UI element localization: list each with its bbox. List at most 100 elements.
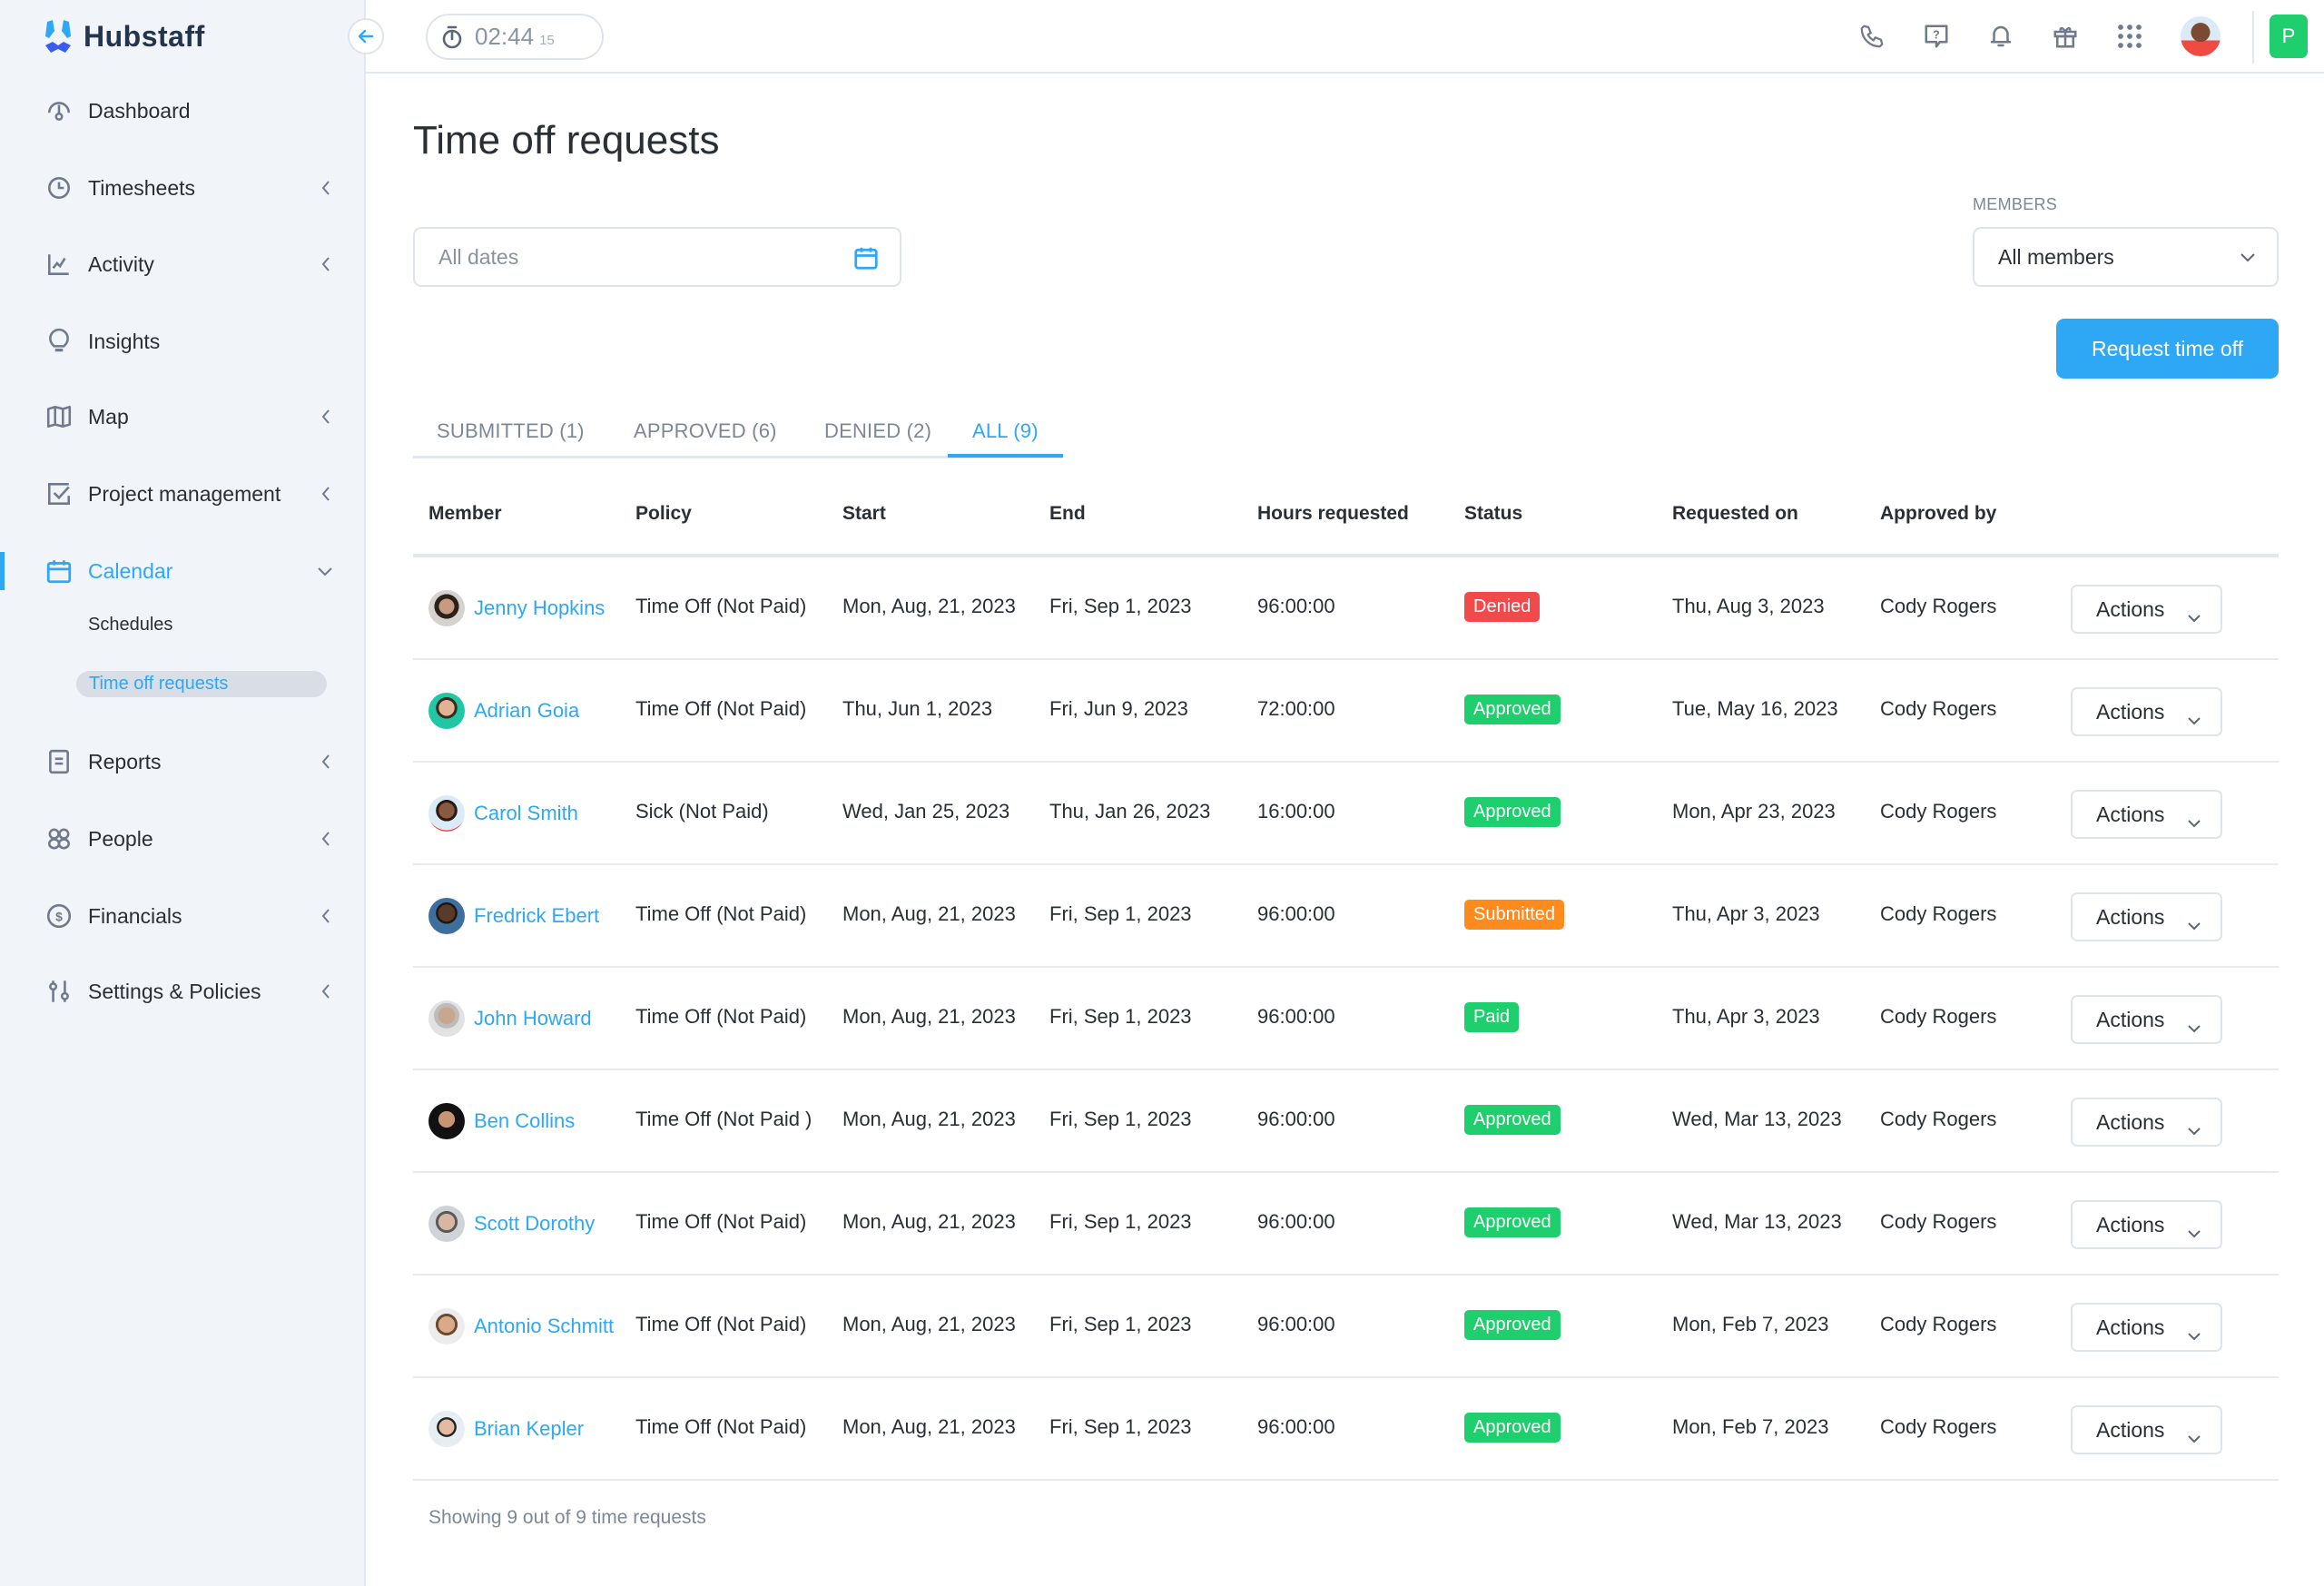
- member-name-link[interactable]: Antonio Schmitt: [474, 1315, 614, 1338]
- calendar-icon[interactable]: [852, 244, 880, 271]
- chevron-left-icon: [320, 255, 332, 273]
- member-name-link[interactable]: John Howard: [474, 1007, 592, 1030]
- start-cell: Mon, Aug, 21, 2023: [842, 1108, 1016, 1130]
- chevron-left-icon: [320, 485, 332, 503]
- hours-cell: 96:00:00: [1257, 1210, 1335, 1233]
- actions-dropdown-button[interactable]: Actions: [2071, 892, 2222, 941]
- sidebar-subitem-time-off-requests[interactable]: Time off requests: [76, 671, 327, 697]
- tab-approved[interactable]: APPROVED (6): [634, 419, 777, 443]
- status-badge: Approved: [1464, 1413, 1561, 1443]
- status-badge: Approved: [1464, 1105, 1561, 1135]
- date-filter-input[interactable]: All dates: [413, 227, 901, 287]
- actions-dropdown-button[interactable]: Actions: [2071, 1303, 2222, 1352]
- end-cell: Thu, Jan 26, 2023: [1049, 800, 1211, 823]
- approved-by-cell: Cody Rogers: [1880, 697, 1997, 720]
- user-avatar[interactable]: [2181, 16, 2221, 56]
- help-button[interactable]: ?: [1920, 20, 1953, 53]
- active-indicator: [0, 552, 5, 590]
- policy-cell: Time Off (Not Paid): [635, 902, 807, 925]
- sidebar-item-settings-policies[interactable]: Settings & Policies: [0, 964, 366, 1019]
- actions-dropdown-button[interactable]: Actions: [2071, 995, 2222, 1044]
- sidebar-subitem-schedules[interactable]: Schedules: [88, 615, 172, 635]
- member-name-link[interactable]: Jenny Hopkins: [474, 596, 605, 620]
- hours-cell: 96:00:00: [1257, 902, 1335, 925]
- sidebar-item-label: People: [88, 826, 153, 851]
- lightbulb-icon: [45, 328, 73, 355]
- column-header-policy[interactable]: Policy: [635, 503, 692, 525]
- approved-by-cell: Cody Rogers: [1880, 1415, 1997, 1438]
- column-header-hours[interactable]: Hours requested: [1257, 503, 1409, 525]
- sidebar-item-activity[interactable]: Activity: [0, 237, 366, 291]
- member-name-link[interactable]: Ben Collins: [474, 1109, 575, 1133]
- sidebar-item-reports[interactable]: Reports: [0, 734, 366, 789]
- actions-dropdown-button[interactable]: Actions: [2071, 1098, 2222, 1147]
- hours-cell: 96:00:00: [1257, 1005, 1335, 1028]
- policy-cell: Time Off (Not Paid): [635, 595, 807, 617]
- tab-submitted[interactable]: SUBMITTED (1): [437, 419, 585, 443]
- phone-button[interactable]: [1856, 20, 1888, 53]
- sidebar-item-calendar[interactable]: Calendar: [0, 544, 366, 598]
- actions-dropdown-button[interactable]: Actions: [2071, 687, 2222, 736]
- topbar-divider: [2252, 11, 2254, 64]
- actions-label: Actions: [2096, 699, 2165, 724]
- sidebar-item-dashboard[interactable]: Dashboard: [0, 84, 366, 138]
- member-name-link[interactable]: Brian Kepler: [474, 1417, 584, 1441]
- member-name-link[interactable]: Scott Dorothy: [474, 1212, 595, 1236]
- tab-denied[interactable]: DENIED (2): [824, 419, 931, 443]
- actions-dropdown-button[interactable]: Actions: [2071, 1405, 2222, 1454]
- member-cell: John Howard: [428, 1000, 592, 1037]
- policy-cell: Time Off (Not Paid): [635, 1415, 807, 1438]
- actions-dropdown-button[interactable]: Actions: [2071, 1200, 2222, 1249]
- requested-on-cell: Mon, Feb 7, 2023: [1672, 1415, 1829, 1438]
- members-select[interactable]: All members: [1973, 227, 2279, 287]
- column-header-end[interactable]: End: [1049, 503, 1086, 525]
- column-header-start[interactable]: Start: [842, 503, 886, 525]
- top-bar: 02:44 15 ? P: [366, 0, 2324, 74]
- request-time-off-button[interactable]: Request time off: [2056, 319, 2279, 379]
- status-badge: Submitted: [1464, 900, 1565, 930]
- approved-by-cell: Cody Rogers: [1880, 800, 1997, 823]
- chevron-left-icon: [320, 982, 332, 1000]
- approved-by-cell: Cody Rogers: [1880, 1313, 1997, 1335]
- status-badge: Approved: [1464, 1310, 1561, 1340]
- chevron-left-icon: [320, 830, 332, 848]
- sidebar-item-people[interactable]: People: [0, 812, 366, 866]
- sidebar-item-project-management[interactable]: Project management: [0, 467, 366, 521]
- sidebar-item-label: Calendar: [88, 558, 173, 583]
- start-cell: Mon, Aug, 21, 2023: [842, 902, 1016, 925]
- status-badge: Paid: [1464, 1002, 1520, 1032]
- column-header-requested-on[interactable]: Requested on: [1672, 503, 1798, 525]
- active-tab-indicator: [948, 454, 1063, 458]
- column-header-status[interactable]: Status: [1464, 503, 1522, 525]
- approved-by-cell: Cody Rogers: [1880, 1005, 1997, 1028]
- sidebar-item-financials[interactable]: $ Financials: [0, 889, 366, 943]
- sidebar-item-timesheets[interactable]: Timesheets: [0, 161, 366, 215]
- timer-widget[interactable]: 02:44 15: [426, 14, 604, 60]
- actions-dropdown-button[interactable]: Actions: [2071, 585, 2222, 634]
- member-cell: Fredrick Ebert: [428, 898, 599, 934]
- member-name-link[interactable]: Carol Smith: [474, 802, 578, 825]
- actions-label: Actions: [2096, 1109, 2165, 1134]
- table-row: Antonio Schmitt Time Off (Not Paid) Mon, A…: [413, 1276, 2279, 1378]
- tab-all[interactable]: ALL (9): [972, 419, 1039, 443]
- hubstaff-logo[interactable]: Hubstaff: [42, 18, 205, 54]
- hours-cell: 96:00:00: [1257, 1415, 1335, 1438]
- approved-by-cell: Cody Rogers: [1880, 1108, 1997, 1130]
- gift-button[interactable]: [2049, 20, 2082, 53]
- collapse-sidebar-button[interactable]: [348, 18, 384, 54]
- apps-button[interactable]: [2113, 20, 2146, 53]
- requested-on-cell: Mon, Apr 23, 2023: [1672, 800, 1836, 823]
- column-header-approved-by[interactable]: Approved by: [1880, 503, 1996, 525]
- status-badge: Approved: [1464, 797, 1561, 827]
- member-name-link[interactable]: Adrian Goia: [474, 699, 579, 723]
- member-avatar: [428, 1411, 465, 1447]
- sidebar-item-insights[interactable]: Insights: [0, 314, 366, 369]
- actions-dropdown-button[interactable]: Actions: [2071, 790, 2222, 839]
- member-name-link[interactable]: Fredrick Ebert: [474, 904, 599, 928]
- requested-on-cell: Thu, Apr 3, 2023: [1672, 1005, 1820, 1028]
- notifications-button[interactable]: [1984, 20, 2017, 53]
- organization-badge[interactable]: P: [2270, 15, 2308, 58]
- column-header-member[interactable]: Member: [428, 503, 502, 525]
- sidebar-item-map[interactable]: Map: [0, 389, 366, 444]
- bell-icon: [1990, 25, 2012, 47]
